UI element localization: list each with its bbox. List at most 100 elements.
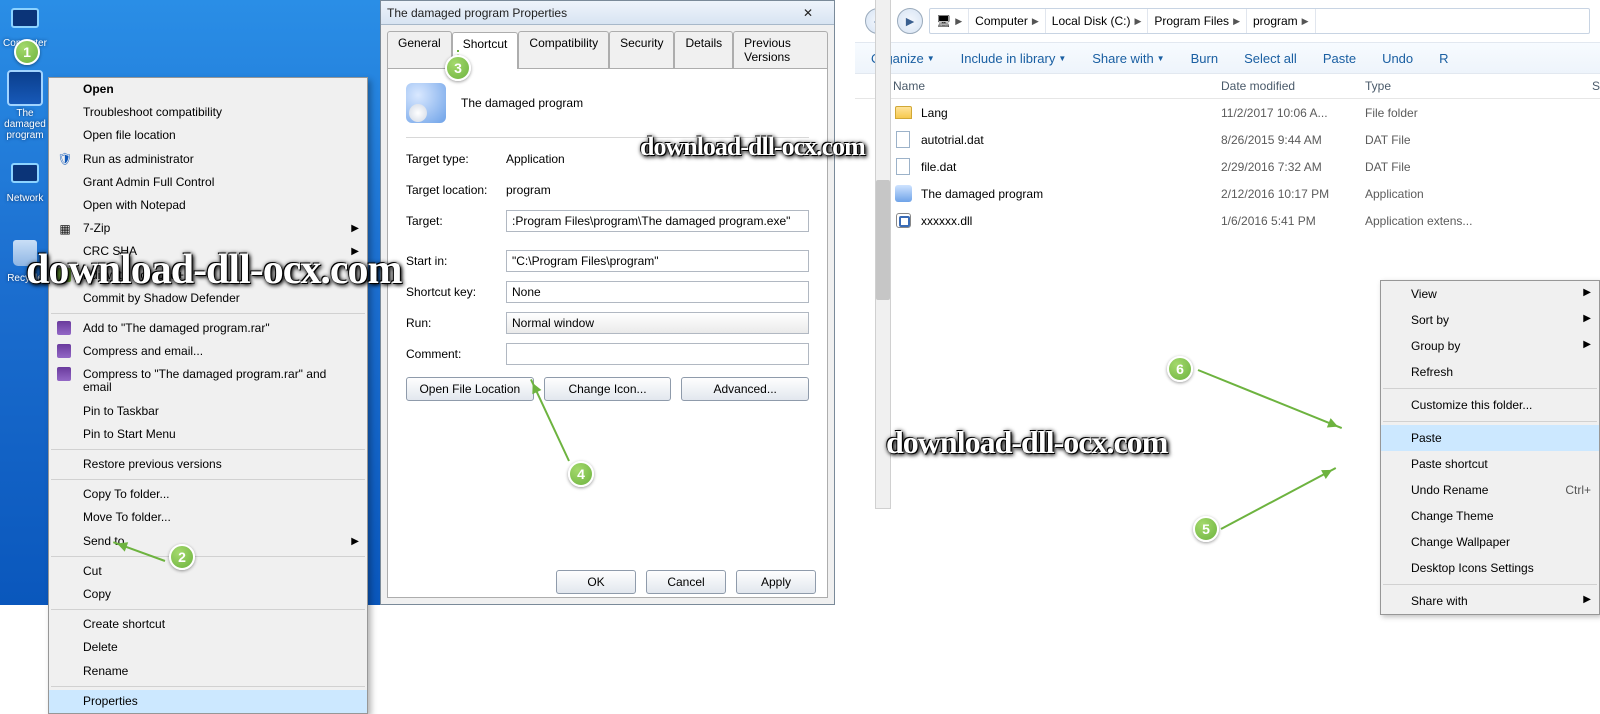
watermark: download-dll-ocx.com [640,132,865,162]
table-row[interactable]: xxxxxx.dll1/6/2016 5:41 PMApplication ex… [893,207,1600,234]
label-comment: Comment: [406,347,506,361]
input-target[interactable] [506,210,809,232]
menu-undo-rename[interactable]: Undo RenameCtrl+ [1381,477,1599,503]
explorer-context-menu: View▶ Sort by▶ Group by▶ Refresh Customi… [1380,280,1600,615]
crumb-program-files[interactable]: Program Files [1154,14,1229,28]
cancel-button[interactable]: Cancel [646,570,726,594]
burn-button[interactable]: Burn [1191,51,1218,66]
shortcut-text: Ctrl+ [1565,483,1591,497]
step-badge-4: 4 [568,461,594,487]
tab-compatibility[interactable]: Compatibility [518,31,609,68]
ctx-properties[interactable]: Properties [49,690,367,713]
separator [51,556,365,557]
undo-button[interactable]: Undo [1382,51,1413,66]
arrow [457,50,459,52]
file-date: 2/12/2016 10:17 PM [1221,187,1365,201]
forward-button[interactable]: ► [897,8,923,34]
ctx-restore-versions[interactable]: Restore previous versions [49,453,367,476]
tab-previous-versions[interactable]: Previous Versions [733,31,828,68]
dialog-titlebar[interactable]: The damaged program Properties ✕ [381,1,834,25]
ctx-open[interactable]: Open [49,78,367,101]
ctx-run-as-admin[interactable]: 🛡Run as administrator [49,148,367,171]
menu-desktop-icons[interactable]: Desktop Icons Settings [1381,555,1599,581]
ctx-open-with-notepad[interactable]: Open with Notepad [49,194,367,217]
ctx-pin-taskbar[interactable]: Pin to Taskbar [49,400,367,423]
step-badge-5: 5 [1193,516,1219,542]
file-icon [893,130,913,150]
open-file-location-button[interactable]: Open File Location [406,377,534,401]
menu-share-with[interactable]: Share with▶ [1381,588,1599,614]
apply-button[interactable]: Apply [736,570,816,594]
ok-button[interactable]: OK [556,570,636,594]
ctx-move-to[interactable]: Move To folder... [49,506,367,529]
explorer-toolbar: Organize▼ Include in library▼ Share with… [855,42,1600,74]
file-name: The damaged program [921,187,1221,201]
ctx-rename[interactable]: Rename [49,660,367,683]
col-size[interactable]: S [1592,79,1600,93]
ctx-copy[interactable]: Copy [49,583,367,606]
menu-change-wallpaper[interactable]: Change Wallpaper [1381,529,1599,555]
ctx-grant-admin[interactable]: Grant Admin Full Control [49,171,367,194]
scrollbar-thumb[interactable] [876,180,890,300]
ctx-compress-rar-email[interactable]: Compress to "The damaged program.rar" an… [49,363,367,399]
col-name[interactable]: Name [893,79,1221,93]
ctx-7zip[interactable]: ▦7-Zip▶ [49,217,367,240]
table-row[interactable]: Lang11/2/2017 10:06 A...File folder [893,99,1600,126]
breadcrumb[interactable]: 🖥▶ Computer▶ Local Disk (C:)▶ Program Fi… [929,8,1590,34]
change-icon-button[interactable]: Change Icon... [544,377,672,401]
file-header[interactable]: Name Date modified Type S [855,74,1600,99]
col-date[interactable]: Date modified [1221,79,1365,93]
desktop-icon-network[interactable]: Network [0,155,50,204]
paste-button[interactable]: Paste [1323,51,1356,66]
computer-icon [11,8,39,28]
ctx-add-rar[interactable]: Add to "The damaged program.rar" [49,317,367,340]
damaged-label-3: program [0,130,50,141]
menu-change-theme[interactable]: Change Theme [1381,503,1599,529]
menu-paste-shortcut[interactable]: Paste shortcut [1381,451,1599,477]
crumb-computer[interactable]: Computer [975,14,1028,28]
ctx-cut[interactable]: Cut [49,560,367,583]
shield-icon: 🛡 [57,152,73,168]
menu-sort-by[interactable]: Sort by▶ [1381,307,1599,333]
ctx-compress-email[interactable]: Compress and email... [49,340,367,363]
menu-paste[interactable]: Paste [1381,425,1599,451]
menu-refresh[interactable]: Refresh [1381,359,1599,385]
desktop-icon-damaged-program[interactable]: The damaged program [0,70,50,141]
ctx-create-shortcut[interactable]: Create shortcut [49,613,367,636]
input-shortcut-key[interactable] [506,281,809,303]
advanced-button[interactable]: Advanced... [681,377,809,401]
ctx-delete[interactable]: Delete [49,636,367,659]
crumb-c-drive[interactable]: Local Disk (C:) [1052,14,1131,28]
select-all-button[interactable]: Select all [1244,51,1297,66]
tab-security[interactable]: Security [609,31,674,68]
select-run[interactable]: Normal window [506,312,809,334]
menu-view[interactable]: View▶ [1381,281,1599,307]
crumb-program[interactable]: program [1253,14,1298,28]
tab-details[interactable]: Details [674,31,733,68]
table-row[interactable]: The damaged program2/12/2016 10:17 PMApp… [893,180,1600,207]
r-button[interactable]: R [1439,51,1448,66]
ctx-send-to[interactable]: Send to▶ [49,530,367,553]
menu-group-by[interactable]: Group by▶ [1381,333,1599,359]
separator [51,609,365,610]
input-comment[interactable] [506,343,809,365]
ctx-open-file-location[interactable]: Open file location [49,124,367,147]
separator [51,313,365,314]
ctx-pin-start-menu[interactable]: Pin to Start Menu [49,423,367,446]
separator [1383,421,1597,422]
label-target: Target: [406,214,506,228]
separator [1383,388,1597,389]
input-start-in[interactable] [506,250,809,272]
ctx-copy-to[interactable]: Copy To folder... [49,483,367,506]
close-icon[interactable]: ✕ [788,6,828,20]
table-row[interactable]: file.dat2/29/2016 7:32 AMDAT File [893,153,1600,180]
ctx-troubleshoot[interactable]: Troubleshoot compatibility [49,101,367,124]
share-with-button[interactable]: Share with▼ [1092,51,1164,66]
menu-customize-folder[interactable]: Customize this folder... [1381,392,1599,418]
tab-general[interactable]: General [387,31,452,68]
include-in-library-button[interactable]: Include in library▼ [961,51,1067,66]
file-date: 8/26/2015 9:44 AM [1221,133,1365,147]
col-type[interactable]: Type [1365,79,1592,93]
dll-icon [893,211,913,231]
table-row[interactable]: autotrial.dat8/26/2015 9:44 AMDAT File [893,126,1600,153]
